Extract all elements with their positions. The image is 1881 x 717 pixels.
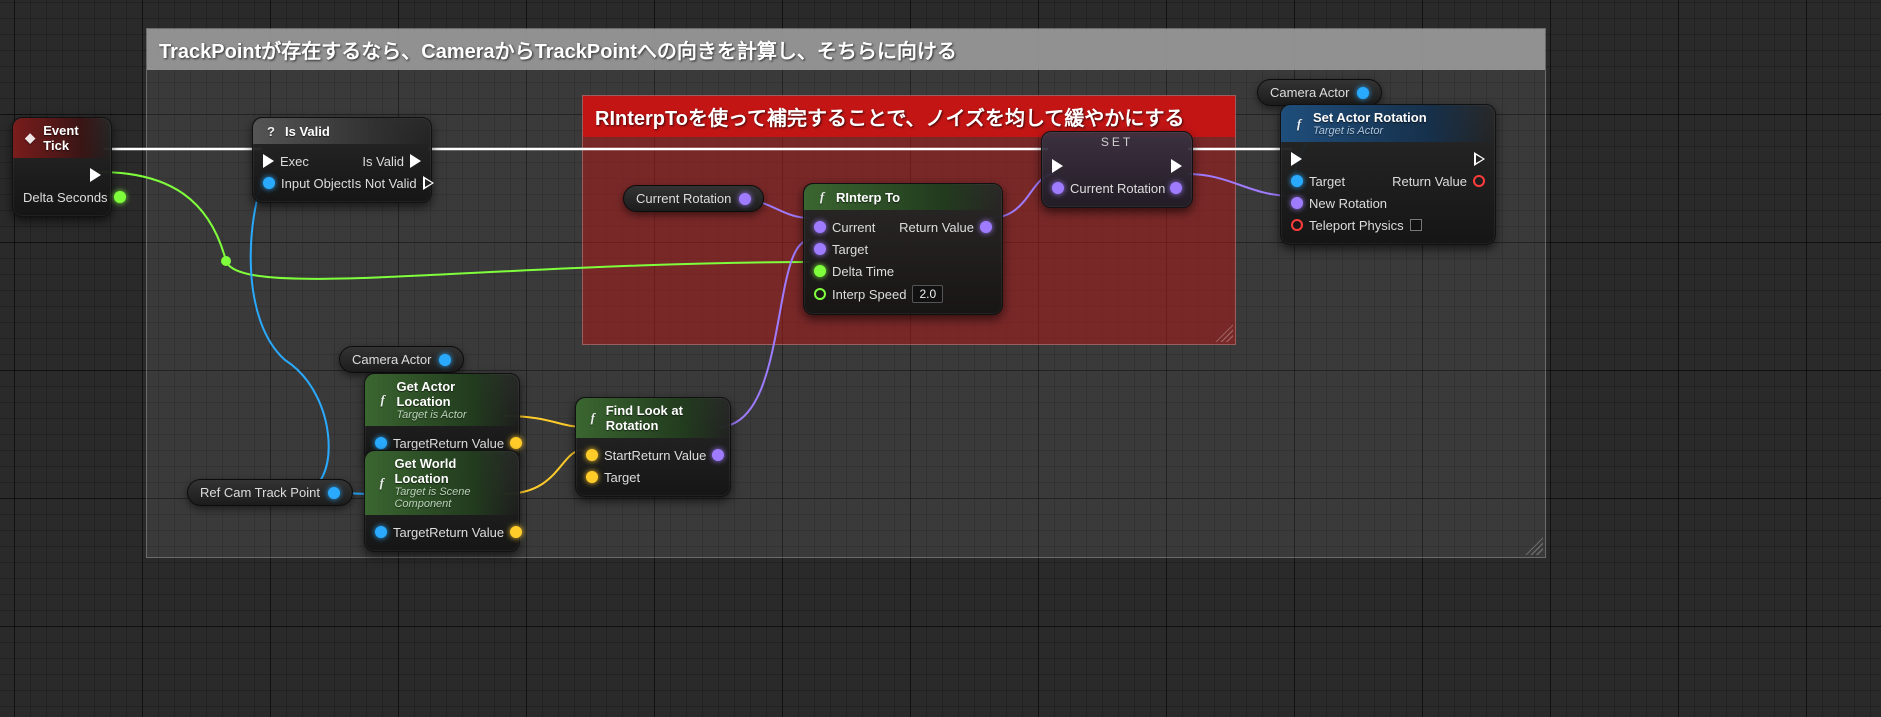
pin-var-out[interactable] <box>1170 182 1182 194</box>
pin-teleport-physics[interactable]: Teleport Physics <box>1291 218 1422 233</box>
pin-var-in[interactable]: Current Rotation <box>1052 181 1165 196</box>
pin-interp-speed[interactable]: Interp Speed 2.0 <box>814 285 943 303</box>
node-is-valid[interactable]: ? Is Valid Exec Is Valid Input Object Is… <box>252 117 432 203</box>
pin-input-object[interactable]: Input Object <box>263 176 351 191</box>
var-ref-cam-track-point[interactable]: Ref Cam Track Point <box>187 479 353 506</box>
pin-start[interactable]: Start <box>586 448 631 463</box>
comment-resize-handle[interactable] <box>1525 537 1543 555</box>
var-current-rotation[interactable]: Current Rotation <box>623 185 764 212</box>
node-header[interactable]: f RInterp To <box>804 184 1002 210</box>
pin-target[interactable]: Target <box>586 470 640 485</box>
node-title: Find Look at Rotation <box>606 403 720 433</box>
teleport-checkbox[interactable] <box>1410 219 1422 231</box>
comment-resize-handle[interactable] <box>1215 324 1233 342</box>
function-icon: f <box>375 392 390 408</box>
pin-new-rotation[interactable]: New Rotation <box>1291 196 1387 211</box>
pin-exec-out[interactable] <box>1474 152 1485 166</box>
pin-exec-in[interactable]: Exec <box>263 154 309 169</box>
node-title: Get Actor Location <box>396 379 455 409</box>
var-label: Current Rotation <box>636 191 731 206</box>
pin-out[interactable] <box>739 193 751 205</box>
interp-speed-input[interactable]: 2.0 <box>912 285 943 303</box>
node-header[interactable]: f Find Look at Rotation <box>576 398 730 438</box>
pin-exec-out[interactable] <box>1171 159 1182 173</box>
function-icon: f <box>586 410 600 426</box>
pin-target[interactable]: Target <box>1291 174 1345 189</box>
pin-is-not-valid-out[interactable]: Is Not Valid <box>351 176 434 191</box>
node-set-actor-rotation[interactable]: f Set Actor Rotation Target is Actor Tar… <box>1280 104 1496 245</box>
node-title: Set Actor Rotation <box>1313 110 1427 125</box>
pin-exec-in[interactable] <box>1052 159 1063 173</box>
pin-return-value[interactable]: Return Value <box>899 220 992 235</box>
function-icon: f <box>375 475 388 491</box>
node-subtitle: Target is Scene Component <box>394 486 509 510</box>
node-rinterp-to[interactable]: f RInterp To Current Return Value Target… <box>803 183 1003 315</box>
node-header[interactable]: ? Is Valid <box>253 118 431 144</box>
pin-is-valid-out[interactable]: Is Valid <box>362 154 421 169</box>
var-camera-actor-mid[interactable]: Camera Actor <box>339 346 464 373</box>
var-camera-actor-top[interactable]: Camera Actor <box>1257 79 1382 106</box>
node-header[interactable]: f Get Actor Location Target is Actor <box>365 374 519 426</box>
pin-out[interactable] <box>1357 87 1369 99</box>
pin-return-value[interactable]: Return Value <box>631 448 724 463</box>
node-header[interactable]: f Set Actor Rotation Target is Actor <box>1281 105 1495 142</box>
pin-return-value[interactable]: Return Value <box>1392 174 1485 189</box>
question-icon: ? <box>263 123 279 139</box>
node-set-current-rotation[interactable]: SET Current Rotation <box>1041 131 1193 208</box>
node-title: Get World Location <box>394 456 456 486</box>
pin-return-value[interactable]: Return Value <box>429 525 522 540</box>
var-label: Camera Actor <box>352 352 431 367</box>
var-label: Ref Cam Track Point <box>200 485 320 500</box>
pin-out[interactable] <box>328 487 340 499</box>
pin-target[interactable]: Target <box>814 242 868 257</box>
comment-title[interactable]: TrackPointが存在するなら、CameraからTrackPointへの向き… <box>147 29 1545 70</box>
event-icon: ◆ <box>23 130 37 146</box>
pin-delta-time[interactable]: Delta Time <box>814 264 894 279</box>
pin-delta-seconds[interactable]: Delta Seconds <box>23 190 126 205</box>
node-title: RInterp To <box>836 190 900 205</box>
node-subtitle: Target is Actor <box>1313 125 1427 137</box>
node-get-world-location[interactable]: f Get World Location Target is Scene Com… <box>364 450 520 552</box>
node-event-tick[interactable]: ◆ Event Tick Delta Seconds <box>12 117 112 217</box>
node-find-look-at-rotation[interactable]: f Find Look at Rotation Start Return Val… <box>575 397 731 497</box>
pin-out[interactable] <box>439 354 451 366</box>
pin-target[interactable]: Target <box>375 436 429 451</box>
node-title: Event Tick <box>43 123 101 153</box>
function-icon: f <box>1291 116 1307 132</box>
pin-exec-in[interactable] <box>1291 152 1302 166</box>
function-icon: f <box>814 189 830 205</box>
var-label: Camera Actor <box>1270 85 1349 100</box>
node-header[interactable]: f Get World Location Target is Scene Com… <box>365 451 519 515</box>
pin-target[interactable]: Target <box>375 525 429 540</box>
node-header[interactable]: ◆ Event Tick <box>13 118 111 158</box>
node-subtitle: Target is Actor <box>396 409 509 421</box>
pin-current[interactable]: Current <box>814 220 875 235</box>
pin-return-value[interactable]: Return Value <box>429 436 522 451</box>
node-title: SET <box>1042 132 1192 149</box>
node-title: Is Valid <box>285 124 330 139</box>
pin-exec-out[interactable] <box>90 168 101 182</box>
